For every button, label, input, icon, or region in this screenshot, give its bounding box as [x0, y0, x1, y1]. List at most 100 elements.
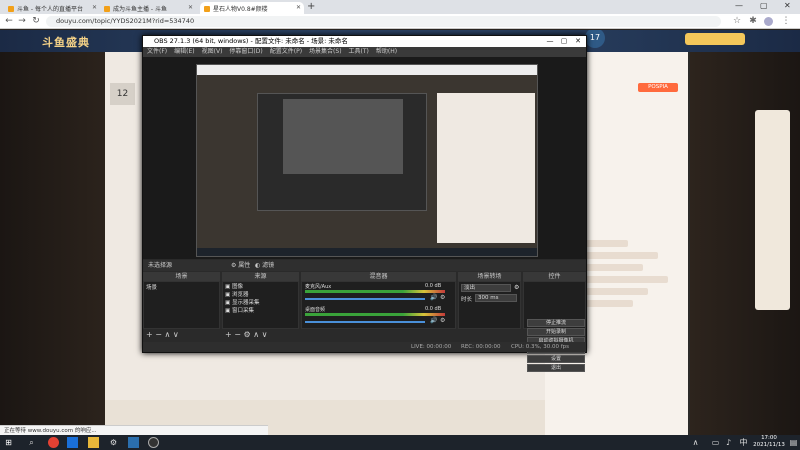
source-item[interactable]: ▣ 浏览器 [223, 290, 298, 298]
start-recording-button[interactable]: 开始录制 [527, 328, 585, 336]
close-tab-icon[interactable]: ✕ [188, 4, 193, 11]
obs-menu-bar: 文件(F) 编辑(E) 视图(V) 停靠窗口(D) 配置文件(P) 场景集合(S) 工具(T… [143, 47, 586, 57]
menu-docks[interactable]: 停靠窗口(D) [229, 48, 262, 55]
nested-taskbar [197, 248, 537, 256]
clock[interactable]: 17:00 2021/11/13 [752, 435, 786, 449]
tab-label: 星石人物V0.8#颜楼 [213, 6, 268, 13]
source-settings-icon[interactable]: ⚙ [244, 330, 251, 339]
filters-button[interactable]: ◐ 滤镜 [255, 260, 274, 271]
minimize-window-icon[interactable]: — [735, 1, 743, 10]
source-toolbar: 未选择源 ⚙ 属性 ◐ 滤镜 [143, 260, 586, 271]
move-up-icon[interactable]: ∧ [253, 330, 259, 339]
transition-gear-icon[interactable]: ⚙ [514, 284, 519, 291]
remove-source-icon[interactable]: − [234, 330, 241, 339]
obs-preview[interactable] [143, 57, 586, 259]
new-tab-button[interactable]: + [307, 1, 315, 12]
menu-scene-collection[interactable]: 场景集合(S) [309, 48, 342, 55]
sources-panel-title: 来源 [222, 272, 299, 281]
menu-help[interactable]: 帮助(H) [376, 48, 397, 55]
nested-browser-chrome [197, 65, 537, 75]
add-scene-icon[interactable]: + [146, 330, 153, 339]
obs-titlebar: OBS 27.1.3 (64 bit, windows) - 配置文件: 未命名… [143, 36, 586, 47]
obs-status-bar: LIVE: 00:00:00 REC: 00:00:00 CPU: 0.3%, … [143, 342, 586, 352]
source-item[interactable]: ▣ 显示器采集 [223, 298, 298, 306]
tab-label: 成为斗鱼主播 - 斗鱼 [113, 6, 167, 13]
track-name: 麦克风/Aux [305, 284, 332, 290]
bookmark-star-icon[interactable]: ☆ [732, 16, 742, 26]
source-item[interactable]: ▣ 窗口采集 [223, 306, 298, 314]
search-icon[interactable]: ⌕ [26, 437, 37, 448]
extensions-icon[interactable]: ✱ [748, 16, 758, 26]
nested-obs-window [257, 93, 427, 211]
ime-lang-indicator[interactable]: 中 [738, 437, 749, 448]
menu-edit[interactable]: 编辑(E) [174, 48, 194, 55]
add-source-icon[interactable]: + [225, 330, 232, 339]
menu-tools[interactable]: 工具(T) [349, 48, 369, 55]
douyu-favicon-icon [204, 6, 210, 12]
steam-icon[interactable] [128, 437, 139, 448]
url-bar[interactable]: douyu.com/topic/YYDS2021M?rid=534740 [46, 16, 721, 27]
move-up-icon[interactable]: ∧ [165, 330, 171, 339]
transitions-panel: 淡出 ⚙ 时长 300 ms [458, 281, 521, 329]
tab-bar: 斗鱼 - 每个人的直播平台 ✕ 成为斗鱼主播 - 斗鱼 ✕ 星石人物V0.8#颜楼 ✕… [0, 0, 800, 14]
source-item[interactable]: ▣ 图像 [223, 282, 298, 290]
scene-item[interactable]: 场景 [144, 282, 219, 292]
speaker-icon[interactable]: 🔊 [430, 294, 437, 301]
app-icon[interactable] [67, 437, 78, 448]
windows-start-icon[interactable]: ⊞ [3, 437, 14, 448]
reload-icon[interactable]: ↻ [31, 16, 41, 26]
browser-tab-2[interactable]: 成为斗鱼主播 - 斗鱼 ✕ [100, 2, 196, 14]
menu-profile[interactable]: 配置文件(P) [270, 48, 302, 55]
browser-tab-active[interactable]: 星石人物V0.8#颜楼 ✕ [200, 2, 304, 14]
transitions-panel-title: 场景转场 [458, 272, 521, 281]
exit-button[interactable]: 退出 [527, 364, 585, 372]
move-down-icon[interactable]: ∨ [262, 330, 268, 339]
browser-menu-icon[interactable]: ⋮ [781, 16, 791, 26]
close-tab-icon[interactable]: ✕ [296, 4, 301, 11]
browser-tab-1[interactable]: 斗鱼 - 每个人的直播平台 ✕ [4, 2, 100, 14]
controls-panel-title: 控件 [523, 272, 586, 281]
track-settings-gear-icon[interactable]: ⚙ [440, 294, 445, 301]
properties-label: 属性 [238, 262, 251, 269]
remove-scene-icon[interactable]: − [155, 330, 162, 339]
volume-slider[interactable] [305, 298, 425, 300]
url-text: douyu.com/topic/YYDS2021M?rid=534740 [56, 17, 195, 25]
duration-input[interactable]: 300 ms [475, 294, 517, 302]
volume-slider[interactable] [305, 321, 425, 323]
network-icon[interactable]: ▭ [710, 437, 721, 448]
close-tab-icon[interactable]: ✕ [92, 4, 97, 11]
file-explorer-icon[interactable] [88, 437, 99, 448]
close-window-icon[interactable]: ✕ [784, 1, 791, 10]
obs-close-icon[interactable]: ✕ [571, 36, 585, 47]
settings-button[interactable]: 设置 [527, 355, 585, 363]
follow-badge[interactable]: POSPIA [638, 83, 678, 92]
notification-icon[interactable]: ▤ [788, 437, 799, 448]
user-avatar[interactable]: 17 [585, 30, 605, 48]
forward-arrow-icon[interactable]: → [17, 16, 27, 26]
stop-streaming-button[interactable]: 停止推流 [527, 319, 585, 327]
speaker-icon[interactable]: 🔊 [430, 317, 437, 324]
sources-list: ▣ 图像 ▣ 浏览器 ▣ 显示器采集 ▣ 窗口采集 [222, 281, 299, 329]
douyu-favicon-icon [104, 6, 110, 12]
back-arrow-icon[interactable]: ← [4, 16, 14, 26]
menu-file[interactable]: 文件(F) [147, 48, 167, 55]
obs-minimize-icon[interactable]: — [543, 36, 557, 47]
transition-select[interactable]: 淡出 [461, 284, 511, 292]
chrome-icon[interactable] [48, 437, 59, 448]
obs-taskbar-icon[interactable] [148, 437, 159, 448]
track-settings-gear-icon[interactable]: ⚙ [440, 317, 445, 324]
settings-gear-icon[interactable]: ⚙ [108, 437, 119, 448]
properties-button[interactable]: ⚙ 属性 [231, 260, 250, 271]
volume-icon[interactable]: ♪ [723, 437, 734, 448]
browser-status-bar: 正在等待 www.douyu.com 的响应... [0, 425, 268, 435]
event-logo: 斗鱼盛典 [42, 36, 90, 49]
obs-title-text: OBS 27.1.3 (64 bit, windows) - 配置文件: 未命名… [154, 37, 348, 45]
profile-avatar[interactable] [764, 17, 773, 26]
address-toolbar: ← → ↻ douyu.com/topic/YYDS2021M?rid=5347… [0, 14, 800, 29]
menu-view[interactable]: 视图(V) [202, 48, 223, 55]
header-banner-button[interactable] [685, 33, 745, 45]
obs-maximize-icon[interactable]: ▢ [557, 36, 571, 47]
move-down-icon[interactable]: ∨ [173, 330, 179, 339]
maximize-window-icon[interactable]: ▢ [760, 1, 768, 10]
tray-expand-icon[interactable]: ∧ [690, 437, 701, 448]
